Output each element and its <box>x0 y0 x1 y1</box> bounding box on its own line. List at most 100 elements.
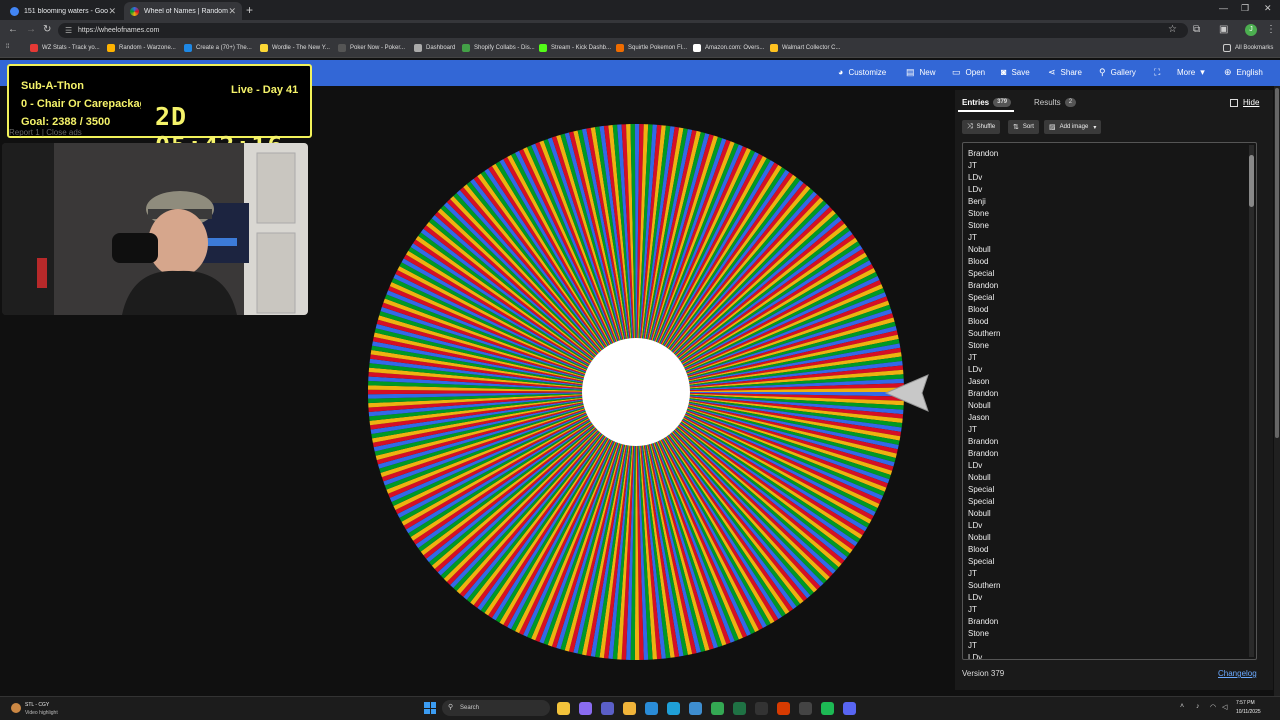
screen-recorder-icon[interactable] <box>777 702 790 715</box>
back-icon[interactable]: ← <box>8 24 18 35</box>
bookmark-item[interactable]: WZ Stats - Track yo... <box>30 44 100 52</box>
new-button[interactable]: ▤ New <box>906 67 936 78</box>
entry-item: JT <box>968 569 977 578</box>
entry-item: Jason <box>968 377 990 386</box>
file-explorer-icon[interactable] <box>557 702 570 715</box>
clock-date[interactable]: 10/11/2025 <box>1236 709 1261 715</box>
bookmark-item[interactable]: Random - Warzone... <box>107 44 176 52</box>
bookmark-favicon-icon <box>462 44 470 52</box>
close-icon[interactable]: ✕ <box>228 6 236 17</box>
bookmarks-bar: ⁞⁞ WZ Stats - Track yo... Random - Warzo… <box>0 41 1280 58</box>
active-tab-indicator <box>958 110 1014 112</box>
scrollbar-thumb[interactable] <box>1249 155 1254 207</box>
entry-item: Brandon <box>968 617 999 626</box>
entry-item: Brandon <box>968 437 999 446</box>
reload-icon[interactable]: ↻ <box>43 24 51 35</box>
teams-icon[interactable] <box>601 702 614 715</box>
sort-button[interactable]: ⇅ Sort <box>1008 120 1039 134</box>
forward-icon[interactable]: → <box>26 24 36 35</box>
more-button[interactable]: More ▾ <box>1177 67 1205 78</box>
chevron-up-icon[interactable]: ˄ <box>1180 703 1184 710</box>
microphone-icon[interactable]: ♪ <box>1196 703 1200 710</box>
spotify-icon[interactable] <box>821 702 834 715</box>
bookmark-item[interactable]: Shopify Collabs - Dis... <box>462 44 535 52</box>
folder-icon[interactable] <box>623 702 636 715</box>
wheel-spinner[interactable] <box>366 122 906 662</box>
stream-overlay: Sub-A-Thon 0 - Chair Or Carepackage Goal… <box>7 64 312 160</box>
entry-item: JT <box>968 605 977 614</box>
bookmark-item[interactable]: Stream - Kick Dashb... <box>539 44 611 52</box>
language-button[interactable]: ⊕ English <box>1224 67 1263 78</box>
site-info-icon[interactable]: ☰ <box>65 23 72 38</box>
entry-item: Brandon <box>968 449 999 458</box>
profile-avatar[interactable]: J <box>1245 24 1257 36</box>
bookmark-item[interactable]: Create a (70+) The... <box>184 44 252 52</box>
apps-grid-icon[interactable]: ⁞⁞ <box>6 44 9 50</box>
bookmark-item[interactable]: Squirtle Pokemon Fl... <box>616 44 687 52</box>
entries-textarea[interactable]: Brandon JT LDv LDv Benji Stone Stone JT Nobull Bl… <box>962 142 1257 660</box>
restore-icon[interactable]: ❐ <box>1241 3 1249 14</box>
fullscreen-button[interactable]: ⛶ <box>1154 67 1165 78</box>
overlay-subtitle: 0 - Chair Or Carepackage <box>21 98 141 110</box>
snipping-tool-icon[interactable] <box>689 702 702 715</box>
obs-icon[interactable] <box>799 702 812 715</box>
browser-menu-icon[interactable]: ⋮ <box>1266 24 1276 35</box>
browser-tab-google[interactable]: 151 blooming waters - Google ✕ <box>4 2 122 20</box>
sidebar-tabs: Entries 379 Results 2 Hide <box>955 90 1273 112</box>
chrome-icon[interactable] <box>711 702 724 715</box>
entry-item: Special <box>968 497 995 506</box>
close-window-icon[interactable]: ✕ <box>1264 3 1272 14</box>
start-button[interactable] <box>424 702 436 714</box>
gallery-button[interactable]: ⚲ Gallery <box>1099 67 1136 78</box>
page-scrollbar[interactable] <box>1274 86 1280 696</box>
bookmark-item[interactable]: Amazon.com: Overs... <box>693 44 764 52</box>
volume-icon[interactable]: ◁ <box>1222 703 1227 711</box>
edge-icon[interactable] <box>667 702 680 715</box>
new-tab-button[interactable]: + <box>246 3 253 17</box>
customize-button[interactable]: ◕ Customize <box>838 67 886 77</box>
bookmark-favicon-icon <box>107 44 115 52</box>
all-bookmarks-button[interactable]: All Bookmarks <box>1223 44 1273 52</box>
image-icon: ▨ <box>1049 124 1056 131</box>
page-scrollbar-thumb[interactable] <box>1275 88 1279 438</box>
wifi-icon[interactable]: ◠ <box>1210 703 1216 711</box>
wheel-of-names[interactable] <box>366 122 906 662</box>
store-icon[interactable] <box>645 702 658 715</box>
hide-toggle[interactable]: Hide <box>1230 98 1259 107</box>
discord-icon[interactable] <box>843 702 856 715</box>
fullscreen-icon: ⛶ <box>1154 67 1161 77</box>
webcam-image <box>2 143 308 315</box>
hide-checkbox[interactable] <box>1230 98 1238 107</box>
terminal-icon[interactable] <box>755 702 768 715</box>
bookmark-favicon-icon <box>30 44 38 52</box>
bookmark-item[interactable]: Wordle - The New Y... <box>260 44 330 52</box>
add-image-button[interactable]: ▨ Add image ▾ <box>1044 120 1102 134</box>
open-button[interactable]: ▭ Open <box>952 67 985 78</box>
cast-icon[interactable]: ▣ <box>1219 24 1228 35</box>
wheel-center[interactable] <box>582 338 690 446</box>
copilot-icon[interactable] <box>579 702 592 715</box>
share-button[interactable]: ⋖ Share <box>1048 67 1082 78</box>
browser-tab-wheel-of-names[interactable]: Wheel of Names | Random nam ✕ <box>124 2 242 20</box>
entry-item: JT <box>968 425 977 434</box>
bookmark-item[interactable]: Poker Now - Poker... <box>338 44 405 52</box>
overlay-goal: Goal: 2388 / 3500 <box>21 116 111 128</box>
bookmark-item[interactable]: Walmart Collector C... <box>770 44 840 52</box>
extensions-icon[interactable]: ⧉ <box>1193 24 1200 35</box>
minimize-icon[interactable]: — <box>1219 3 1228 13</box>
tab-results[interactable]: Results 2 <box>1034 98 1077 107</box>
close-icon[interactable]: ✕ <box>108 6 116 17</box>
bookmark-favicon-icon <box>539 44 547 52</box>
tab-entries[interactable]: Entries 379 <box>962 98 1012 107</box>
changelog-link[interactable]: Changelog <box>1218 669 1257 678</box>
clock-time[interactable]: 7:57 PM <box>1236 700 1255 706</box>
shuffle-button[interactable]: ⤨ Shuffle <box>962 120 1001 134</box>
save-button[interactable]: ◙ Save <box>1001 67 1030 77</box>
bookmark-star-icon[interactable]: ☆ <box>1168 24 1177 35</box>
bookmark-item[interactable]: Dashboard <box>414 44 455 52</box>
entry-item: LDv <box>968 653 983 660</box>
url-input[interactable]: ☰ https://wheelofnames.com <box>58 23 1188 38</box>
excel-icon[interactable] <box>733 702 746 715</box>
entries-scrollbar[interactable] <box>1249 145 1254 657</box>
taskbar-search[interactable]: ⚲ Search <box>442 700 550 716</box>
